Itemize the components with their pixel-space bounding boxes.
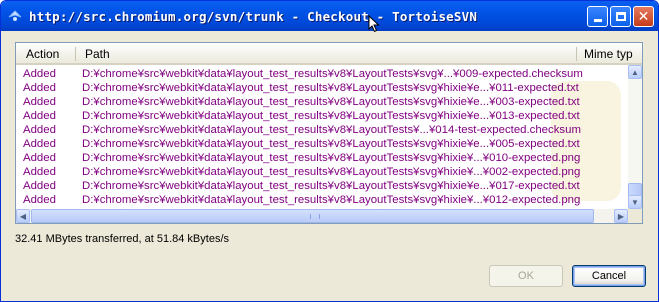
horizontal-scroll-thumb[interactable] <box>31 209 594 223</box>
list-row[interactable]: Added D:¥chrome¥src¥webkit¥data¥layout_te… <box>16 137 628 151</box>
row-action: Added <box>23 138 56 150</box>
ok-button[interactable]: OK <box>489 265 563 287</box>
checkout-list[interactable]: Action Path Mime typ Added D:¥chrome¥src¥… <box>15 42 643 224</box>
list-row[interactable]: Added D:¥chrome¥src¥webkit¥data¥layout_te… <box>16 179 628 193</box>
column-header-mime-type[interactable]: Mime typ <box>584 47 633 61</box>
close-button[interactable]: ✕ <box>633 6 654 27</box>
transfer-status: 32.41 MBytes transferred, at 51.84 kByte… <box>15 233 229 245</box>
list-row[interactable]: Added D:¥chrome¥src¥webkit¥data¥layout_te… <box>16 193 628 207</box>
list-row[interactable]: Added D:¥chrome¥src¥webkit¥data¥layout_te… <box>16 81 628 95</box>
row-action: Added <box>23 68 56 80</box>
window-title: http://src.chromium.org/svn/trunk - Chec… <box>29 8 478 24</box>
row-path: D:¥chrome¥src¥webkit¥data¥layout_test_re… <box>82 152 581 164</box>
row-action: Added <box>23 82 56 94</box>
row-path: D:¥chrome¥src¥webkit¥data¥layout_test_re… <box>82 194 581 206</box>
scroll-down-button[interactable]: ▼ <box>628 195 642 209</box>
mouse-cursor-icon <box>368 14 380 38</box>
row-action: Added <box>23 166 56 178</box>
minimize-icon <box>593 19 602 22</box>
scroll-left-icon: ◀ <box>19 211 27 221</box>
minimize-button[interactable] <box>587 6 608 27</box>
scroll-up-icon: ▲ <box>631 67 639 77</box>
column-header-action[interactable]: Action <box>26 47 59 61</box>
column-header-path[interactable]: Path <box>85 47 110 61</box>
column-divider[interactable] <box>576 47 577 61</box>
tortoise-icon <box>7 8 23 24</box>
close-icon: ✕ <box>637 8 650 25</box>
row-action: Added <box>23 110 56 122</box>
scroll-grip <box>310 214 320 219</box>
row-action: Added <box>23 152 56 164</box>
row-path: D:¥chrome¥src¥webkit¥data¥layout_test_re… <box>82 124 581 136</box>
row-action: Added <box>23 96 56 108</box>
scroll-down-icon: ▼ <box>631 197 639 207</box>
list-row[interactable]: Added D:¥chrome¥src¥webkit¥data¥layout_te… <box>16 123 628 137</box>
scroll-right-icon: ▶ <box>617 211 625 221</box>
horizontal-scrollbar[interactable]: ◀ ▶ <box>16 209 628 223</box>
column-divider[interactable] <box>75 47 76 61</box>
scrollbar-corner <box>628 209 642 223</box>
row-path: D:¥chrome¥src¥webkit¥data¥layout_test_re… <box>82 110 580 122</box>
list-row[interactable]: Added D:¥chrome¥src¥webkit¥data¥layout_te… <box>16 109 628 123</box>
row-action: Added <box>23 194 56 206</box>
maximize-button[interactable] <box>610 6 631 27</box>
cancel-button[interactable]: Cancel <box>572 265 646 287</box>
maximize-icon <box>615 12 626 21</box>
scroll-left-button[interactable]: ◀ <box>16 209 30 223</box>
checkout-dialog: http://src.chromium.org/svn/trunk - Chec… <box>0 0 659 302</box>
row-path: D:¥chrome¥src¥webkit¥data¥layout_test_re… <box>82 82 579 94</box>
title-bar[interactable]: http://src.chromium.org/svn/trunk - Chec… <box>1 1 658 33</box>
scroll-right-button[interactable]: ▶ <box>614 209 628 223</box>
scroll-up-button[interactable]: ▲ <box>628 65 642 79</box>
row-path: D:¥chrome¥src¥webkit¥data¥layout_test_re… <box>82 180 580 192</box>
list-row[interactable]: Added D:¥chrome¥src¥webkit¥data¥layout_te… <box>16 151 628 165</box>
row-path: D:¥chrome¥src¥webkit¥data¥layout_test_re… <box>82 138 580 150</box>
row-action: Added <box>23 124 56 136</box>
row-path: D:¥chrome¥src¥webkit¥data¥layout_test_re… <box>82 68 583 80</box>
row-action: Added <box>23 180 56 192</box>
row-path: D:¥chrome¥src¥webkit¥data¥layout_test_re… <box>82 166 581 178</box>
list-row[interactable]: Added D:¥chrome¥src¥webkit¥data¥layout_te… <box>16 95 628 109</box>
row-path: D:¥chrome¥src¥webkit¥data¥layout_test_re… <box>82 96 580 108</box>
list-row[interactable]: Added D:¥chrome¥src¥webkit¥data¥layout_te… <box>16 165 628 179</box>
list-header: Action Path Mime typ <box>16 43 642 65</box>
vertical-scrollbar[interactable]: ▲ ▼ <box>628 65 642 209</box>
list-row[interactable]: Added D:¥chrome¥src¥webkit¥data¥layout_te… <box>16 67 628 81</box>
list-rows: Added D:¥chrome¥src¥webkit¥data¥layout_te… <box>16 67 628 207</box>
